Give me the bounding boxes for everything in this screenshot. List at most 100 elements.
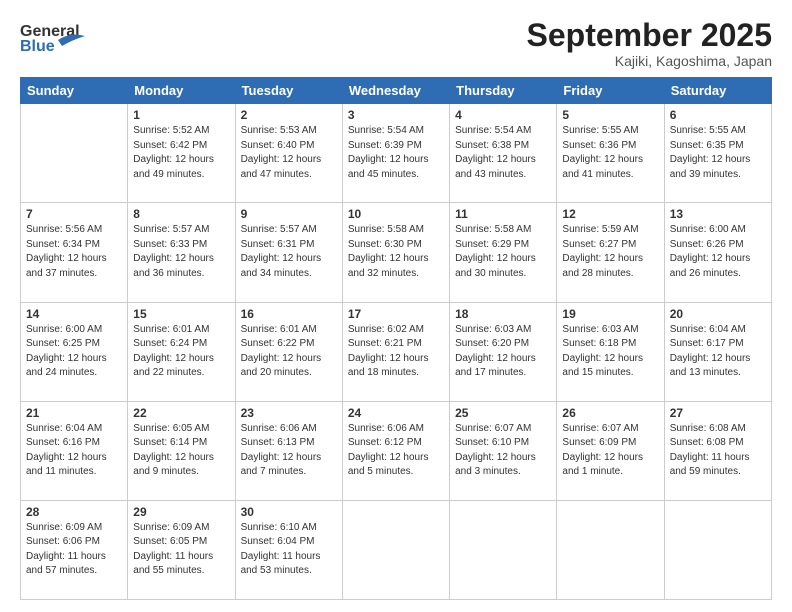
calendar-cell: 17 Sunrise: 6:02 AM Sunset: 6:21 PM Dayli… — [342, 302, 449, 401]
calendar-cell: 25Sunrise: 6:07 AM Sunset: 6:10 PM Dayli… — [450, 401, 557, 500]
day-info: Sunrise: 6:01 AM Sunset: 6:24 PM Dayligh… — [133, 323, 229, 381]
day-number: 1 — [133, 108, 229, 122]
day-info: Sunrise: 6:02 AM Sunset: 6:21 PM Dayligh… — [348, 323, 444, 381]
month-title: September 2025 — [527, 18, 772, 53]
day-info: Sunrise: 5:55 AM Sunset: 6:36 PM Dayligh… — [562, 124, 658, 182]
calendar-cell — [342, 500, 449, 599]
day-number: 27 — [670, 406, 766, 420]
calendar-cell: 6 Sunrise: 5:55 AM Sunset: 6:35 PM Daylig… — [664, 104, 771, 203]
day-info: Sunrise: 6:10 AM Sunset: 6:04 PM Dayligh… — [241, 521, 337, 579]
day-number: 23 — [241, 406, 337, 420]
day-number: 30 — [241, 505, 337, 519]
calendar-cell: 16 Sunrise: 6:01 AM Sunset: 6:22 PM Dayli… — [235, 302, 342, 401]
svg-text:Blue: Blue — [20, 38, 55, 55]
calendar-week-5: 28 Sunrise: 6:09 AM Sunset: 6:06 PM Dayli… — [21, 500, 772, 599]
logo-icon: General Blue — [20, 18, 90, 58]
day-info: Sunrise: 6:04 AM Sunset: 6:17 PM Dayligh… — [670, 323, 766, 381]
calendar-cell: 11 Sunrise: 5:58 AM Sunset: 6:29 PM Dayli… — [450, 203, 557, 302]
day-number: 14 — [26, 307, 122, 321]
day-info: Sunrise: 6:01 AM Sunset: 6:22 PM Dayligh… — [241, 323, 337, 381]
day-number: 15 — [133, 307, 229, 321]
day-number: 22 — [133, 406, 229, 420]
calendar-cell: 7Sunrise: 5:56 AM Sunset: 6:34 PM Daylig… — [21, 203, 128, 302]
day-number: 2 — [241, 108, 337, 122]
day-info: Sunrise: 6:07 AM Sunset: 6:09 PM Dayligh… — [562, 422, 658, 480]
day-number: 12 — [562, 207, 658, 221]
day-number: 20 — [670, 307, 766, 321]
weekday-header-monday: Monday — [128, 78, 235, 104]
calendar-week-2: 7Sunrise: 5:56 AM Sunset: 6:34 PM Daylig… — [21, 203, 772, 302]
calendar-cell: 22 Sunrise: 6:05 AM Sunset: 6:14 PM Dayli… — [128, 401, 235, 500]
day-info: Sunrise: 6:08 AM Sunset: 6:08 PM Dayligh… — [670, 422, 766, 480]
day-info: Sunrise: 5:56 AM Sunset: 6:34 PM Dayligh… — [26, 223, 122, 281]
calendar-cell — [664, 500, 771, 599]
day-number: 28 — [26, 505, 122, 519]
day-info: Sunrise: 6:07 AM Sunset: 6:10 PM Dayligh… — [455, 422, 551, 480]
day-info: Sunrise: 6:09 AM Sunset: 6:06 PM Dayligh… — [26, 521, 122, 579]
day-number: 21 — [26, 406, 122, 420]
calendar-week-1: 1 Sunrise: 5:52 AM Sunset: 6:42 PM Daylig… — [21, 104, 772, 203]
calendar-cell: 24Sunrise: 6:06 AM Sunset: 6:12 PM Dayli… — [342, 401, 449, 500]
day-info: Sunrise: 5:59 AM Sunset: 6:27 PM Dayligh… — [562, 223, 658, 281]
calendar-cell: 13Sunrise: 6:00 AM Sunset: 6:26 PM Dayli… — [664, 203, 771, 302]
calendar-cell: 3 Sunrise: 5:54 AM Sunset: 6:39 PM Daylig… — [342, 104, 449, 203]
day-number: 6 — [670, 108, 766, 122]
day-number: 3 — [348, 108, 444, 122]
day-info: Sunrise: 6:09 AM Sunset: 6:05 PM Dayligh… — [133, 521, 229, 579]
day-number: 9 — [241, 207, 337, 221]
calendar-cell: 10Sunrise: 5:58 AM Sunset: 6:30 PM Dayli… — [342, 203, 449, 302]
weekday-header-row: SundayMondayTuesdayWednesdayThursdayFrid… — [21, 78, 772, 104]
calendar-cell: 20 Sunrise: 6:04 AM Sunset: 6:17 PM Dayli… — [664, 302, 771, 401]
day-info: Sunrise: 5:57 AM Sunset: 6:31 PM Dayligh… — [241, 223, 337, 281]
day-info: Sunrise: 5:53 AM Sunset: 6:40 PM Dayligh… — [241, 124, 337, 182]
day-number: 5 — [562, 108, 658, 122]
calendar-cell: 26 Sunrise: 6:07 AM Sunset: 6:09 PM Dayli… — [557, 401, 664, 500]
day-number: 18 — [455, 307, 551, 321]
weekday-header-sunday: Sunday — [21, 78, 128, 104]
calendar-cell: 21 Sunrise: 6:04 AM Sunset: 6:16 PM Dayli… — [21, 401, 128, 500]
day-info: Sunrise: 5:54 AM Sunset: 6:38 PM Dayligh… — [455, 124, 551, 182]
logo: General Blue — [20, 18, 90, 63]
day-number: 13 — [670, 207, 766, 221]
calendar-week-4: 21 Sunrise: 6:04 AM Sunset: 6:16 PM Dayli… — [21, 401, 772, 500]
calendar-cell: 30 Sunrise: 6:10 AM Sunset: 6:04 PM Dayli… — [235, 500, 342, 599]
day-number: 8 — [133, 207, 229, 221]
location: Kajiki, Kagoshima, Japan — [527, 53, 772, 69]
calendar-cell — [557, 500, 664, 599]
weekday-header-friday: Friday — [557, 78, 664, 104]
day-number: 17 — [348, 307, 444, 321]
calendar-cell: 28 Sunrise: 6:09 AM Sunset: 6:06 PM Dayli… — [21, 500, 128, 599]
calendar-week-3: 14 Sunrise: 6:00 AM Sunset: 6:25 PM Dayli… — [21, 302, 772, 401]
day-number: 26 — [562, 406, 658, 420]
calendar-cell: 2 Sunrise: 5:53 AM Sunset: 6:40 PM Daylig… — [235, 104, 342, 203]
calendar-cell: 15 Sunrise: 6:01 AM Sunset: 6:24 PM Dayli… — [128, 302, 235, 401]
day-info: Sunrise: 5:54 AM Sunset: 6:39 PM Dayligh… — [348, 124, 444, 182]
day-info: Sunrise: 6:04 AM Sunset: 6:16 PM Dayligh… — [26, 422, 122, 480]
calendar-cell: 23 Sunrise: 6:06 AM Sunset: 6:13 PM Dayli… — [235, 401, 342, 500]
day-info: Sunrise: 5:55 AM Sunset: 6:35 PM Dayligh… — [670, 124, 766, 182]
day-number: 16 — [241, 307, 337, 321]
day-number: 24 — [348, 406, 444, 420]
calendar-cell: 29Sunrise: 6:09 AM Sunset: 6:05 PM Dayli… — [128, 500, 235, 599]
day-info: Sunrise: 5:52 AM Sunset: 6:42 PM Dayligh… — [133, 124, 229, 182]
calendar-cell — [21, 104, 128, 203]
day-info: Sunrise: 6:05 AM Sunset: 6:14 PM Dayligh… — [133, 422, 229, 480]
day-info: Sunrise: 6:03 AM Sunset: 6:18 PM Dayligh… — [562, 323, 658, 381]
calendar-cell: 12 Sunrise: 5:59 AM Sunset: 6:27 PM Dayli… — [557, 203, 664, 302]
day-info: Sunrise: 6:00 AM Sunset: 6:25 PM Dayligh… — [26, 323, 122, 381]
day-number: 11 — [455, 207, 551, 221]
day-number: 4 — [455, 108, 551, 122]
calendar-cell: 18 Sunrise: 6:03 AM Sunset: 6:20 PM Dayli… — [450, 302, 557, 401]
calendar-cell: 1 Sunrise: 5:52 AM Sunset: 6:42 PM Daylig… — [128, 104, 235, 203]
calendar-cell: 19Sunrise: 6:03 AM Sunset: 6:18 PM Dayli… — [557, 302, 664, 401]
weekday-header-saturday: Saturday — [664, 78, 771, 104]
calendar-cell: 9 Sunrise: 5:57 AM Sunset: 6:31 PM Daylig… — [235, 203, 342, 302]
calendar-table: SundayMondayTuesdayWednesdayThursdayFrid… — [20, 77, 772, 600]
weekday-header-wednesday: Wednesday — [342, 78, 449, 104]
calendar-cell — [450, 500, 557, 599]
day-info: Sunrise: 6:03 AM Sunset: 6:20 PM Dayligh… — [455, 323, 551, 381]
calendar-cell: 14 Sunrise: 6:00 AM Sunset: 6:25 PM Dayli… — [21, 302, 128, 401]
day-number: 10 — [348, 207, 444, 221]
day-info: Sunrise: 6:06 AM Sunset: 6:13 PM Dayligh… — [241, 422, 337, 480]
day-info: Sunrise: 5:58 AM Sunset: 6:29 PM Dayligh… — [455, 223, 551, 281]
